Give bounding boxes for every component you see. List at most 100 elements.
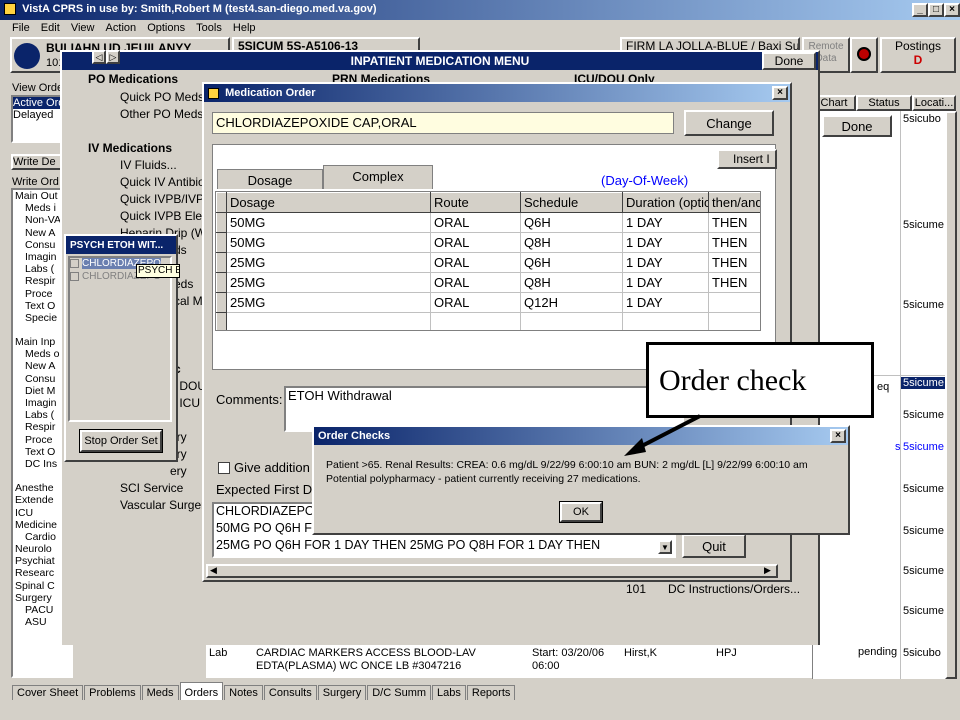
row-header[interactable]: [216, 292, 227, 313]
dialog-horizontal-scrollbar[interactable]: ◀ ▶: [206, 564, 778, 578]
location-cell[interactable]: 5sicume: [903, 299, 944, 311]
row-header[interactable]: [216, 272, 227, 293]
cell-then-and[interactable]: THEN: [708, 212, 760, 233]
dosage-tab[interactable]: Dosage: [217, 169, 323, 189]
alarm-button[interactable]: [850, 37, 878, 73]
row-header[interactable]: [216, 212, 227, 233]
menu-item-partial[interactable]: ery: [120, 463, 210, 480]
location-cell[interactable]: 5sicume: [903, 525, 944, 537]
cell-route[interactable]: ORAL: [430, 252, 521, 273]
scroll-right-icon[interactable]: ▶: [764, 565, 771, 576]
cell-duration[interactable]: 1 DAY: [622, 232, 709, 253]
tab-cover-sheet[interactable]: Cover Sheet: [12, 685, 84, 700]
tab-labs[interactable]: Labs: [432, 685, 466, 700]
menu-item-vascular-surgery[interactable]: Vascular Surger: [120, 497, 210, 514]
menu-tools[interactable]: Tools: [196, 22, 222, 34]
inpatient-menu-done-button[interactable]: Done: [762, 52, 816, 70]
medication-order-close-button[interactable]: ×: [772, 86, 788, 100]
cell-route[interactable]: ORAL: [430, 212, 521, 233]
stop-order-set-button[interactable]: Stop Order Set: [79, 429, 163, 453]
table-row[interactable]: 25MG ORAL Q6H 1 DAY THEN: [216, 252, 760, 273]
insert-row-button[interactable]: Insert I: [717, 149, 777, 169]
row-header[interactable]: [216, 252, 227, 273]
location-cell[interactable]: 5sicume: [903, 441, 944, 453]
cell-duration[interactable]: 1 DAY: [622, 272, 709, 293]
day-of-week-link[interactable]: (Day-Of-Week): [601, 173, 688, 188]
column-location[interactable]: Locati...: [912, 95, 956, 111]
column-then-and[interactable]: then/and: [708, 192, 760, 213]
column-route[interactable]: Route: [430, 192, 521, 213]
menu-action[interactable]: Action: [106, 22, 137, 34]
table-row[interactable]: 25MG ORAL Q12H 1 DAY: [216, 292, 760, 313]
location-cell[interactable]: 5sicume: [903, 409, 944, 421]
tab-dc-summ[interactable]: D/C Summ: [367, 685, 432, 700]
dc-instructions[interactable]: DC Instructions/Orders...: [668, 582, 800, 596]
location-cell[interactable]: 5sicubo: [903, 647, 941, 659]
table-row[interactable]: 25MG ORAL Q8H 1 DAY THEN: [216, 272, 760, 293]
cell-dosage[interactable]: 25MG: [226, 272, 431, 293]
orders-done-button[interactable]: Done: [822, 115, 892, 137]
tab-meds[interactable]: Meds: [141, 685, 179, 700]
checkbox[interactable]: [70, 271, 79, 281]
menu-item-other-po[interactable]: Other PO Meds: [120, 106, 210, 123]
column-dosage[interactable]: Dosage: [226, 192, 431, 213]
drug-name-field[interactable]: CHLORDIAZEPOXIDE CAP,ORAL: [212, 112, 674, 134]
cell-then-and[interactable]: THEN: [708, 252, 760, 273]
cell-schedule[interactable]: Q8H: [520, 272, 623, 293]
summary-scroll-down[interactable]: ▼: [658, 540, 672, 554]
give-additional-checkbox[interactable]: [218, 462, 230, 474]
location-cell[interactable]: 5sicume: [903, 565, 944, 577]
postings-button[interactable]: Postings D: [880, 37, 956, 73]
orders-scrollbar[interactable]: [945, 111, 957, 679]
cell-dosage[interactable]: 25MG: [226, 292, 431, 313]
location-cell[interactable]: 5sicume: [903, 605, 944, 617]
cell-schedule[interactable]: Q8H: [520, 232, 623, 253]
row-header[interactable]: [216, 312, 227, 330]
cell-dosage[interactable]: 50MG: [226, 212, 431, 233]
cell-then-and[interactable]: THEN: [708, 232, 760, 253]
column-schedule[interactable]: Schedule: [520, 192, 623, 213]
menu-edit[interactable]: Edit: [41, 22, 60, 34]
order-checks-close-button[interactable]: ×: [830, 429, 846, 443]
cell-duration[interactable]: 1 DAY: [622, 292, 709, 313]
cell-route[interactable]: ORAL: [430, 272, 521, 293]
bottom-order-row[interactable]: Lab CARDIAC MARKERS ACCESS BLOOD-LAV EDT…: [206, 644, 812, 678]
cell-then-and[interactable]: THEN: [708, 272, 760, 293]
menu-item-quick-iv-antibio[interactable]: Quick IV Antibio: [120, 174, 210, 191]
tab-consults[interactable]: Consults: [263, 685, 317, 700]
maximize-button[interactable]: □: [928, 3, 944, 17]
cell-schedule[interactable]: Q12H: [520, 292, 623, 313]
column-duration[interactable]: Duration (optio: [622, 192, 709, 213]
menu-item-sci-service[interactable]: SCI Service: [120, 480, 210, 497]
complex-tab[interactable]: Complex: [323, 165, 433, 189]
menu-options[interactable]: Options: [147, 22, 185, 34]
change-drug-button[interactable]: Change: [684, 110, 774, 136]
minimize-button[interactable]: _: [912, 3, 928, 17]
menu-item-quick-po[interactable]: Quick PO Meds: [120, 89, 210, 106]
cell-route[interactable]: ORAL: [430, 292, 521, 313]
checkbox[interactable]: [70, 258, 79, 268]
location-cell[interactable]: 5sicubo: [903, 113, 941, 125]
table-row[interactable]: 50MG ORAL Q8H 1 DAY THEN: [216, 232, 760, 253]
tab-orders[interactable]: Orders: [179, 682, 224, 700]
table-row-empty[interactable]: [216, 312, 760, 330]
tab-surgery[interactable]: Surgery: [317, 685, 367, 700]
menu-help[interactable]: Help: [233, 22, 256, 34]
cell-duration[interactable]: 1 DAY: [622, 212, 709, 233]
cell-dosage[interactable]: 50MG: [226, 232, 431, 253]
menu-view[interactable]: View: [71, 22, 95, 34]
location-cell[interactable]: 5sicume: [903, 483, 944, 495]
tab-reports[interactable]: Reports: [466, 685, 516, 700]
tab-notes[interactable]: Notes: [224, 685, 263, 700]
order-checks-ok-button[interactable]: OK: [559, 501, 603, 523]
table-row[interactable]: 50MG ORAL Q6H 1 DAY THEN: [216, 212, 760, 233]
quit-button[interactable]: Quit: [682, 534, 746, 558]
menu-item-quick-ivpb-ivp[interactable]: Quick IVPB/IVP: [120, 191, 210, 208]
row-header[interactable]: [216, 232, 227, 253]
cell-schedule[interactable]: Q6H: [520, 212, 623, 233]
column-status[interactable]: Status: [856, 95, 912, 111]
tab-problems[interactable]: Problems: [84, 685, 141, 700]
cell-dosage[interactable]: 25MG: [226, 252, 431, 273]
menu-item-quick-ivpb-elec[interactable]: Quick IVPB Elec: [120, 208, 210, 225]
cell-duration[interactable]: 1 DAY: [622, 252, 709, 273]
